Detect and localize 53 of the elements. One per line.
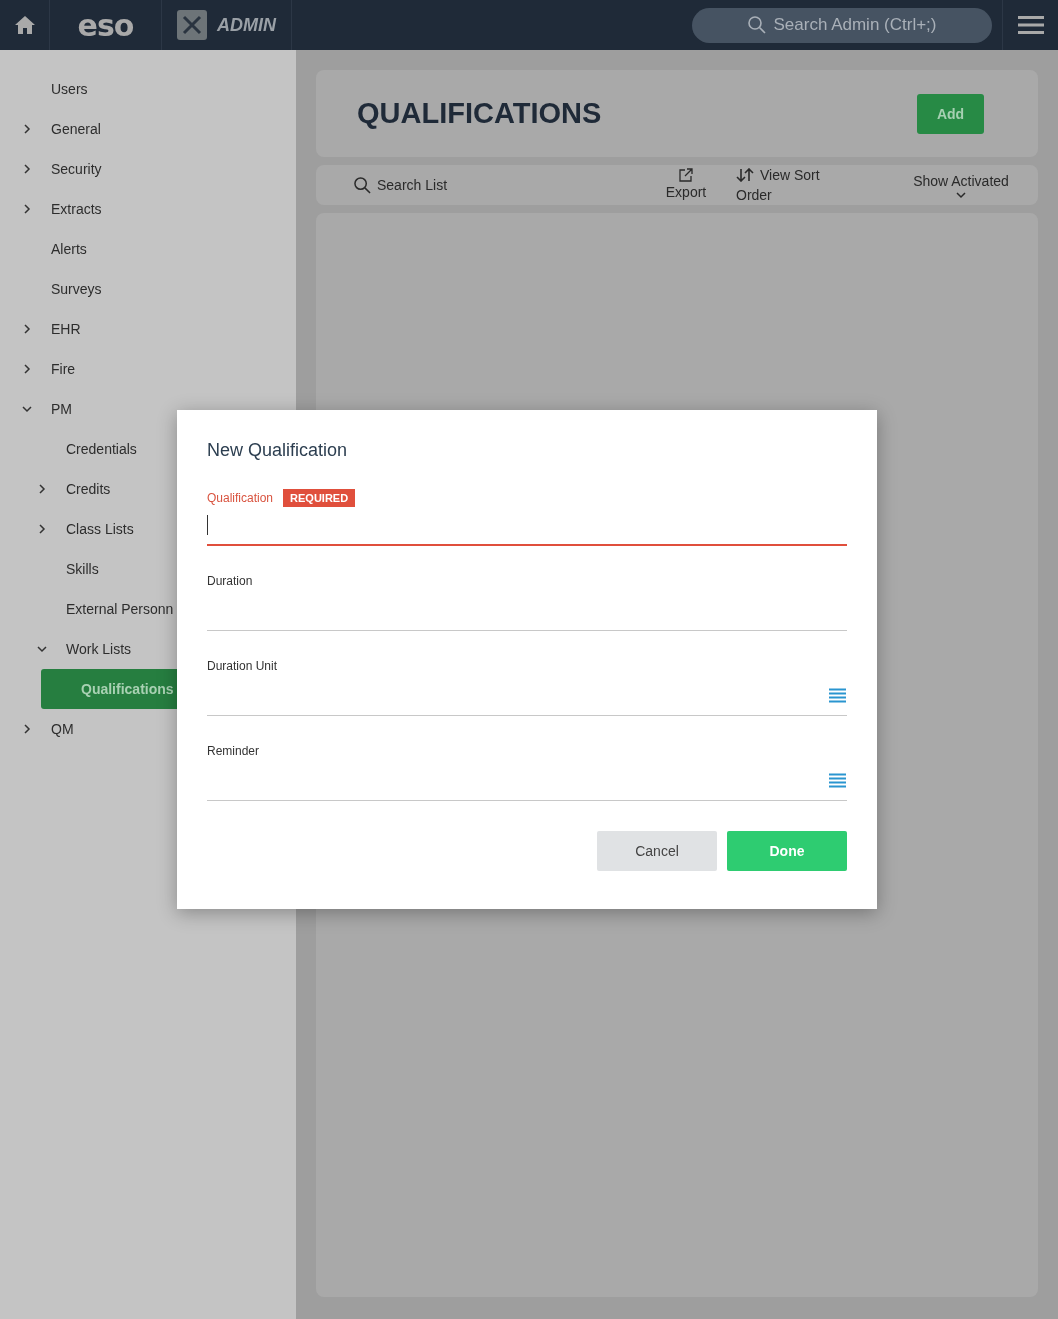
sort-icon <box>736 168 754 182</box>
home-icon[interactable] <box>14 16 35 34</box>
chevron-down-icon <box>956 191 966 199</box>
chevron-right-icon[interactable] <box>22 364 32 374</box>
sidebar-item[interactable]: EHR <box>51 321 81 337</box>
chevron-right-icon[interactable] <box>22 324 32 334</box>
sort-order-button[interactable]: View Sort Order <box>736 165 836 205</box>
sidebar-item[interactable]: Class Lists <box>66 521 134 537</box>
search-list-button[interactable]: Search List <box>354 176 636 194</box>
chevron-right-icon[interactable] <box>22 204 32 214</box>
chevron-right-icon[interactable] <box>37 484 47 494</box>
page-title: QUALIFICATIONS <box>357 97 602 130</box>
cancel-button[interactable]: Cancel <box>597 831 717 871</box>
form-field[interactable]: Duration <box>207 546 847 631</box>
sidebar-item[interactable]: Security <box>51 161 102 177</box>
chevron-right-icon[interactable] <box>22 164 32 174</box>
logo[interactable]: eso <box>77 7 134 43</box>
sidebar-item[interactable]: PM <box>51 401 72 417</box>
sidebar-item[interactable]: External Personn <box>66 601 174 617</box>
field-label: Duration <box>207 574 253 588</box>
sidebar-item[interactable]: Credits <box>66 481 111 497</box>
search-icon <box>747 16 766 34</box>
form-field[interactable]: Qualification REQUIRED <box>207 461 847 546</box>
menu-icon[interactable] <box>1017 16 1044 34</box>
export-icon <box>679 168 693 182</box>
form-field[interactable]: Reminder <box>207 716 847 801</box>
chevron-right-icon[interactable] <box>22 124 32 134</box>
sidebar-item[interactable]: Fire <box>51 361 76 377</box>
sidebar-item[interactable]: Skills <box>66 561 99 577</box>
chevron-right-icon[interactable] <box>22 724 32 734</box>
required-badge: REQUIRED <box>283 489 356 507</box>
sidebar-item[interactable]: Users <box>51 81 88 97</box>
list-icon[interactable] <box>829 688 846 703</box>
search-field[interactable]: Search Admin (Ctrl+;) <box>692 7 992 43</box>
search-icon <box>354 176 371 194</box>
sidebar-item[interactable]: Extracts <box>51 201 102 217</box>
export-button[interactable]: Export <box>636 168 736 202</box>
chevron-right-icon[interactable] <box>37 524 47 534</box>
chevron-down-icon[interactable] <box>37 644 47 654</box>
app-name: ADMIN <box>217 14 276 36</box>
list-icon[interactable] <box>829 773 846 788</box>
chevron-down-icon[interactable] <box>22 404 32 414</box>
sidebar-item[interactable]: Credentials <box>66 441 137 457</box>
sidebar-item[interactable]: QM <box>51 721 74 737</box>
sidebar-item[interactable]: Surveys <box>51 281 102 297</box>
dialog-title: New Qualification <box>207 440 349 461</box>
field-label: Qualification <box>207 491 274 505</box>
sidebar-item[interactable]: General <box>51 121 101 137</box>
form-field[interactable]: Duration Unit <box>207 631 847 716</box>
show-activated-dropdown[interactable]: Show Activated <box>886 171 1036 199</box>
sidebar-item[interactable]: Work Lists <box>66 641 132 657</box>
sidebar-item[interactable]: Alerts <box>51 241 87 257</box>
field-label: Reminder <box>207 744 260 758</box>
